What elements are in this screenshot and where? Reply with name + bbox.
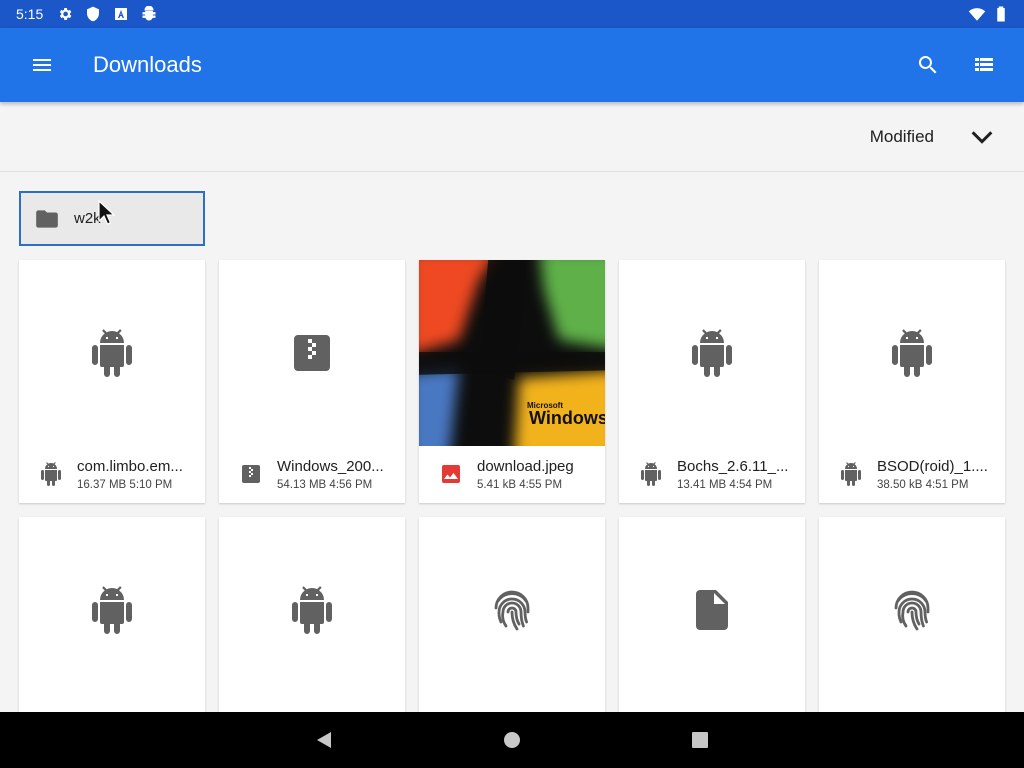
file-name: download.jpeg (477, 458, 574, 475)
home-icon (503, 731, 521, 749)
file-info: 13.41 MB 4:54 PM (677, 479, 773, 491)
file-name: BSOD(roid)_1.... (877, 458, 988, 475)
document-icon (688, 586, 736, 634)
fingerprint-icon (488, 586, 536, 634)
file-card[interactable] (619, 517, 805, 712)
chevron-down-icon[interactable] (968, 123, 996, 151)
a-icon (113, 6, 129, 22)
menu-icon (30, 53, 54, 77)
file-info: 54.13 MB 4:56 PM (277, 479, 373, 491)
android-icon (288, 586, 336, 634)
image-icon (439, 462, 463, 486)
file-name: com.limbo.em... (77, 458, 183, 475)
folder-icon (34, 206, 60, 232)
wifi-icon (968, 5, 986, 23)
sort-label[interactable]: Modified (870, 127, 934, 147)
android-debug-icon (141, 6, 157, 22)
folder-name: w2k (74, 210, 101, 227)
shield-icon (85, 6, 101, 22)
file-name: Windows_200... (277, 458, 384, 475)
status-bar: 5:15 (0, 0, 1024, 28)
recents-icon (691, 731, 709, 749)
file-thumbnail (219, 517, 405, 703)
file-thumbnail (19, 260, 205, 446)
file-card[interactable]: Bochs_2.6.11_... 13.41 MB 4:54 PM (619, 260, 805, 503)
file-info: 16.37 MB 5:10 PM (77, 479, 173, 491)
file-card[interactable] (419, 517, 605, 712)
zip-icon (288, 329, 336, 377)
file-card[interactable] (19, 517, 205, 712)
page-title: Downloads (93, 52, 202, 77)
home-button[interactable] (418, 712, 606, 768)
file-card[interactable]: Microsoft Windows download.jpeg 5.41 kB … (419, 260, 605, 503)
android-icon (88, 586, 136, 634)
search-button[interactable] (906, 43, 950, 87)
file-card[interactable]: BSOD(roid)_1.... 38.50 kB 4:51 PM (819, 260, 1005, 503)
image-thumbnail: Microsoft Windows (419, 260, 605, 446)
file-card[interactable] (819, 517, 1005, 712)
recents-button[interactable] (606, 712, 794, 768)
app-bar: Downloads (0, 28, 1024, 102)
menu-button[interactable] (20, 43, 64, 87)
android-icon (88, 329, 136, 377)
file-name: Bochs_2.6.11_... (677, 458, 789, 475)
battery-icon (992, 5, 1010, 23)
list-view-icon (972, 53, 996, 77)
status-time: 5:15 (16, 6, 44, 22)
view-toggle-button[interactable] (962, 43, 1006, 87)
fingerprint-icon (888, 586, 936, 634)
back-icon (314, 730, 334, 750)
zip-icon (239, 462, 263, 486)
file-thumbnail (19, 517, 205, 703)
file-card[interactable]: Windows_200... 54.13 MB 4:56 PM (219, 260, 405, 503)
android-icon (39, 462, 63, 486)
file-info: 38.50 kB 4:51 PM (877, 479, 969, 491)
android-icon (888, 329, 936, 377)
search-icon (916, 53, 940, 77)
sort-bar: Modified (0, 102, 1024, 172)
mouse-cursor-icon (98, 199, 116, 226)
file-thumbnail (619, 260, 805, 446)
file-browser: w2k com.limbo.em... 16.37 MB 5:10 PM Win… (0, 172, 1024, 712)
android-icon (639, 462, 663, 486)
file-thumbnail (819, 517, 1005, 703)
file-info: 5.41 kB 4:55 PM (477, 479, 563, 491)
back-button[interactable] (230, 712, 418, 768)
settings-icon (57, 6, 73, 22)
android-icon (688, 329, 736, 377)
thumbnail-text: Windows (529, 408, 605, 428)
file-thumbnail (219, 260, 405, 446)
file-card[interactable] (219, 517, 405, 712)
navigation-bar (0, 712, 1024, 768)
file-card[interactable]: com.limbo.em... 16.37 MB 5:10 PM (19, 260, 205, 503)
file-thumbnail (419, 517, 605, 703)
file-thumbnail (619, 517, 805, 703)
android-icon (839, 462, 863, 486)
file-thumbnail (819, 260, 1005, 446)
